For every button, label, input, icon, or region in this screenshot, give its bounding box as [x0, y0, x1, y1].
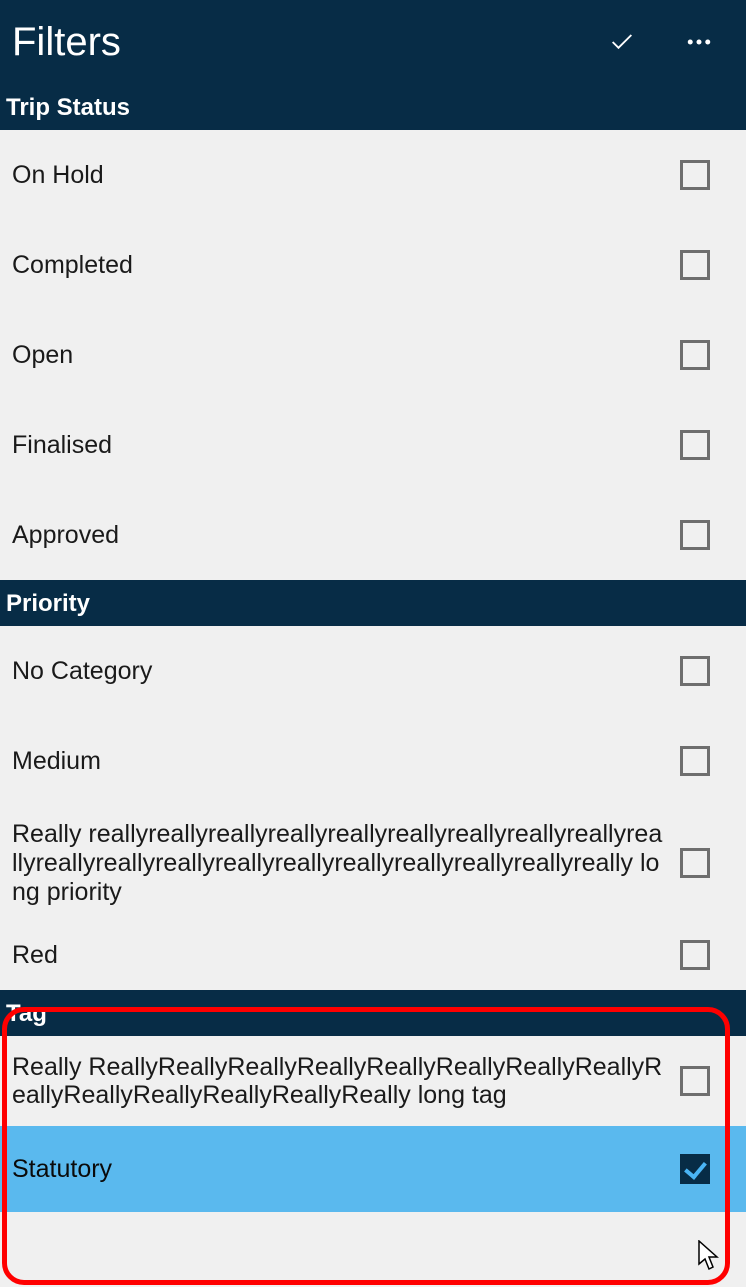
filter-item-label: Red — [12, 941, 680, 970]
checkmark-icon — [608, 28, 636, 56]
section-header-tag: Tag — [0, 990, 746, 1036]
filter-item-label: No Category — [12, 657, 680, 686]
filter-item-long-tag[interactable]: Really ReallyReallyReallyReallyReallyRea… — [0, 1036, 746, 1126]
filter-item-label: Approved — [12, 521, 680, 550]
checkbox[interactable] — [680, 520, 710, 550]
filter-item-finalised[interactable]: Finalised — [0, 400, 746, 490]
filter-item-red[interactable]: Red — [0, 920, 746, 990]
filters-panel: Filters Trip Status On Hold Completed Op… — [0, 0, 746, 1287]
checkbox[interactable] — [680, 746, 710, 776]
filter-item-completed[interactable]: Completed — [0, 220, 746, 310]
filter-item-long-priority[interactable]: Really reallyreallyreallyreallyreallyrea… — [0, 806, 746, 920]
section-header-priority: Priority — [0, 580, 746, 626]
filter-item-no-category[interactable]: No Category — [0, 626, 746, 716]
filter-item-open[interactable]: Open — [0, 310, 746, 400]
checkbox[interactable] — [680, 656, 710, 686]
checkbox[interactable] — [680, 1154, 710, 1184]
filter-item-label: Really reallyreallyreallyreallyreallyrea… — [12, 820, 680, 906]
header: Filters — [0, 0, 746, 84]
filter-item-on-hold[interactable]: On Hold — [0, 130, 746, 220]
confirm-button[interactable] — [608, 28, 636, 56]
filter-item-label: Finalised — [12, 431, 680, 460]
filter-item-medium[interactable]: Medium — [0, 716, 746, 806]
checkbox[interactable] — [680, 848, 710, 878]
checkbox[interactable] — [680, 940, 710, 970]
checkbox[interactable] — [680, 1066, 710, 1096]
more-icon — [684, 27, 714, 57]
filter-item-label: Open — [12, 341, 680, 370]
checkbox[interactable] — [680, 160, 710, 190]
header-actions — [608, 27, 734, 57]
filter-item-approved[interactable]: Approved — [0, 490, 746, 580]
filter-item-label: Medium — [12, 747, 680, 776]
filter-item-label: On Hold — [12, 161, 680, 190]
filter-item-statutory[interactable]: Statutory — [0, 1126, 746, 1212]
page-title: Filters — [12, 20, 608, 65]
more-button[interactable] — [684, 27, 714, 57]
background-gutter — [746, 0, 754, 1287]
filter-item-label: Statutory — [12, 1155, 680, 1184]
filter-item-label: Really ReallyReallyReallyReallyReallyRea… — [12, 1053, 680, 1111]
checkbox[interactable] — [680, 250, 710, 280]
checkbox[interactable] — [680, 340, 710, 370]
section-header-trip-status: Trip Status — [0, 84, 746, 130]
checkbox[interactable] — [680, 430, 710, 460]
filter-item-label: Completed — [12, 251, 680, 280]
